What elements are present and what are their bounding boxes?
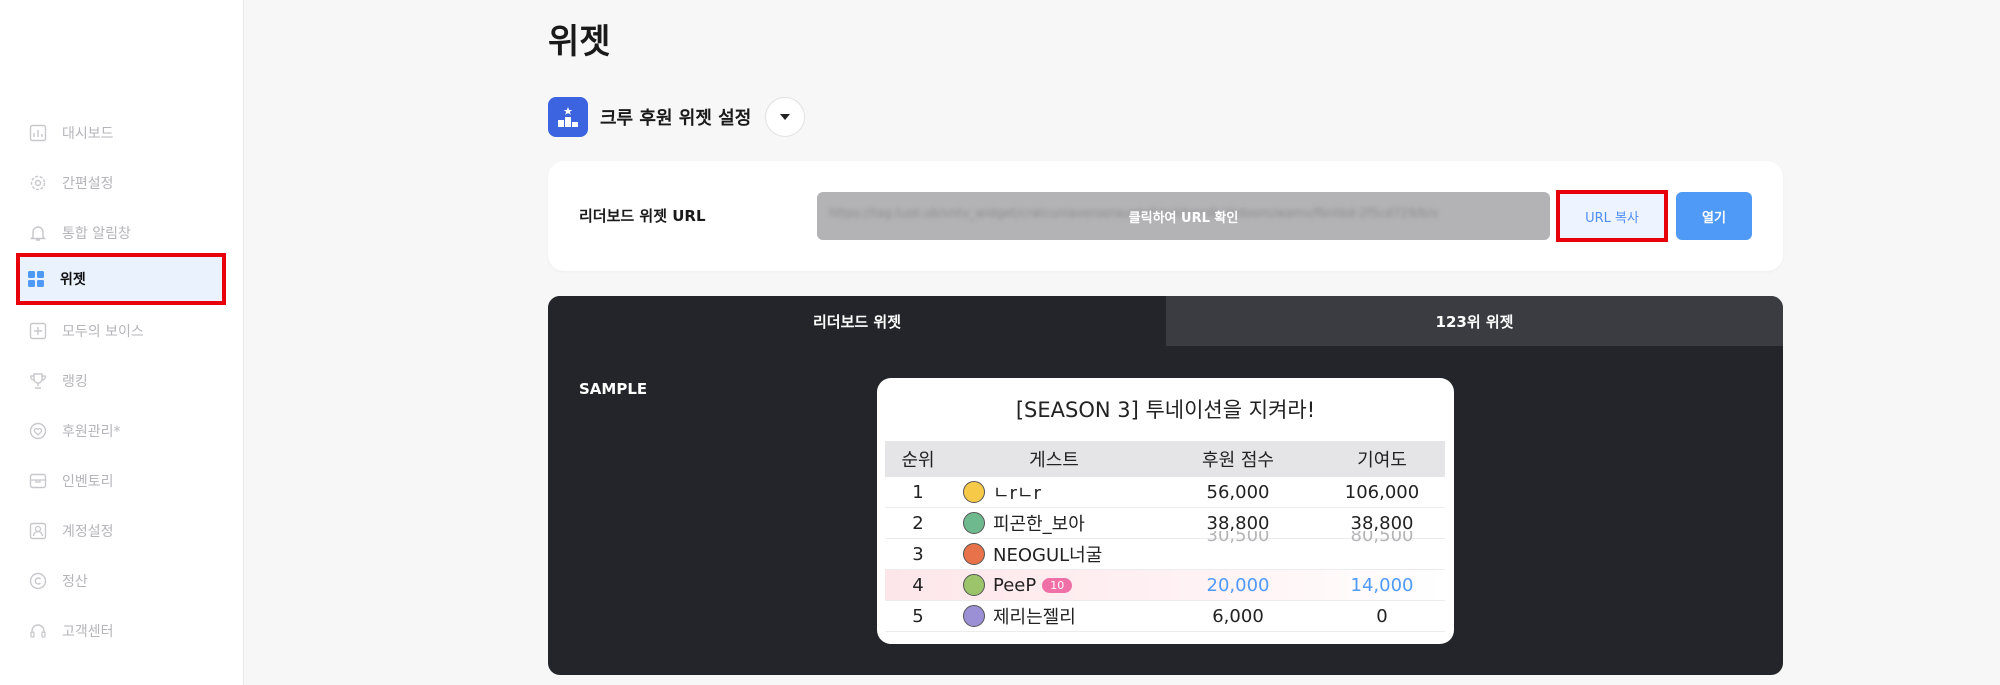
grid-icon [26, 269, 46, 289]
guest-cell: 제리는젤리 [951, 603, 1157, 629]
tab-123-widget[interactable]: 123위 위젯 [1166, 296, 1783, 346]
sidebar-item-label: 인벤토리 [62, 474, 114, 490]
user-icon [28, 521, 48, 541]
leaderboard-icon [548, 97, 588, 137]
sidebar-item-label: 모두의 보이스 [62, 324, 144, 340]
url-reveal-hint: 클릭하여 URL 확인 [1128, 210, 1239, 226]
score-cell: 20,000 [1206, 574, 1270, 596]
contrib-cell: 106,000 [1344, 481, 1420, 503]
url-field[interactable]: https://tag.tuot.ub/vntv_widget/cratcuni… [817, 192, 1550, 240]
chart-icon [28, 123, 48, 143]
tab-leaderboard-widget[interactable]: 리더보드 위젯 [548, 296, 1166, 346]
guest-cell: NEOGUL너굴 [951, 541, 1157, 567]
sidebar-item-label: 통합 알림창 [62, 226, 131, 242]
header-rank: 순위 [901, 450, 935, 471]
url-copy-button[interactable]: URL 복사 [1556, 190, 1668, 242]
url-label: 리더보드 위젯 URL [579, 207, 706, 225]
sidebar-item-label: 랭킹 [62, 374, 88, 390]
guest-name: 제리는젤리 [993, 607, 1076, 628]
bell-icon [28, 223, 48, 243]
heart-icon [28, 421, 48, 441]
table-row-highlighted: 4 PeeP 10 20,000 14,000 [885, 570, 1445, 601]
sidebar-item-label: 정산 [62, 574, 88, 590]
score-cell: 56,000 [1206, 481, 1270, 503]
sidebar-item-label: 대시보드 [62, 126, 114, 142]
sidebar-item-label: 후원관리* [62, 424, 121, 440]
box-icon [28, 471, 48, 491]
leaderboard-preview: [SEASON 3] 투네이션을 지켜라! 순위 게스트 후원 점수 기여도 1… [877, 378, 1454, 644]
sidebar-item-support[interactable]: 고객센터 [18, 608, 222, 654]
header-guest: 게스트 [1029, 450, 1079, 471]
voice-icon [28, 321, 48, 341]
sidebar-item-dashboard[interactable]: 대시보드 [18, 110, 222, 156]
guest-cell: ㄴrㄴr [951, 479, 1157, 505]
widget-selector-label: 크루 후원 위젯 설정 [600, 108, 752, 129]
sidebar-item-settlement[interactable]: 정산 [18, 558, 222, 604]
widget-dropdown-button[interactable] [765, 97, 806, 137]
guest-name: NEOGUL너굴 [993, 545, 1103, 566]
sample-label: SAMPLE [579, 380, 648, 398]
rank-cell: 4 [912, 574, 924, 596]
rank-cell: 1 [912, 481, 924, 503]
sidebar-item-label: 간편설정 [62, 176, 114, 192]
copyright-icon [28, 571, 48, 591]
sidebar: 대시보드 간편설정 통합 알림창 위젯 모두의 보이스 랭킹 후원관리* 인벤토… [0, 0, 244, 685]
avatar [963, 543, 985, 565]
score-cell: 6,000 [1212, 605, 1264, 627]
sidebar-item-label: 계정설정 [62, 524, 114, 540]
header-contrib: 기여도 [1357, 450, 1407, 471]
table-row: 1 ㄴrㄴr 56,000 106,000 [885, 477, 1445, 508]
sidebar-item-label: 고객센터 [62, 624, 114, 640]
sidebar-item-label: 위젯 [60, 272, 86, 288]
open-button[interactable]: 열기 [1676, 192, 1752, 240]
rank-cell: 3 [912, 543, 924, 565]
leaderboard-title: [SEASON 3] 투네이션을 지켜라! [1015, 398, 1316, 422]
widget-selector: 크루 후원 위젯 설정 [548, 97, 806, 137]
level-badge: 10 [1042, 577, 1073, 593]
table-row: 3 NEOGUL너굴 [885, 539, 1445, 570]
sidebar-item-quick-settings[interactable]: 간편설정 [18, 160, 222, 206]
header-score: 후원 점수 [1202, 450, 1274, 471]
sidebar-item-inventory[interactable]: 인벤토리 [18, 458, 222, 504]
contrib-cell: 0 [1376, 605, 1388, 627]
sidebar-item-voice[interactable]: 모두의 보이스 [18, 308, 222, 354]
widget-preview-panel: 리더보드 위젯 123위 위젯 SAMPLE [SEASON 3] 투네이션을 … [548, 296, 1783, 675]
guest-name: ㄴrㄴr [993, 483, 1041, 504]
rank-cell: 5 [912, 605, 924, 627]
page-title: 위젯 [548, 22, 611, 62]
sidebar-item-widget[interactable]: 위젯 [16, 253, 226, 305]
sidebar-item-donations[interactable]: 후원관리* [18, 408, 222, 454]
trophy-icon [28, 371, 48, 391]
leaderboard-header: 순위 게스트 후원 점수 기여도 [885, 441, 1445, 477]
avatar [963, 481, 985, 503]
gear-icon [28, 173, 48, 193]
contrib-cell: 14,000 [1350, 574, 1414, 596]
caret-down-icon [780, 114, 791, 120]
sidebar-item-ranking[interactable]: 랭킹 [18, 358, 222, 404]
url-card: 리더보드 위젯 URL https://tag.tuot.ub/vntv_wid… [548, 161, 1783, 271]
table-row: 5 제리는젤리 6,000 0 [885, 601, 1445, 632]
avatar [963, 574, 985, 596]
avatar [963, 605, 985, 627]
guest-cell: PeeP 10 [951, 574, 1157, 596]
guest-name: PeeP [993, 574, 1037, 596]
headset-icon [28, 621, 48, 641]
sidebar-item-alerts[interactable]: 통합 알림창 [18, 210, 222, 256]
sidebar-item-account[interactable]: 계정설정 [18, 508, 222, 554]
